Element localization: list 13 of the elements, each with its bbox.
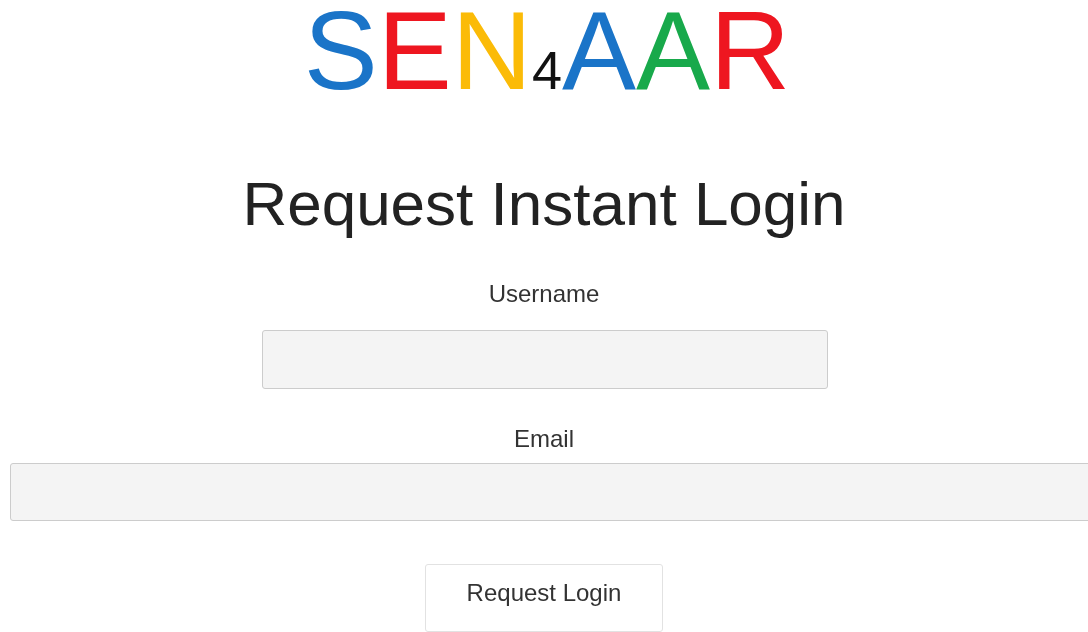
page-heading: Request Instant Login [242, 168, 846, 240]
field-label: Email [514, 424, 574, 453]
logo-letter: S [303, 0, 378, 110]
logo-letter: R [710, 0, 791, 110]
logo-letter: E [377, 0, 452, 110]
request-login-button[interactable]: Request Login [425, 564, 663, 632]
field-label: Username [488, 280, 600, 308]
logo-letter: A [562, 0, 637, 110]
input-field[interactable] [262, 330, 828, 389]
input-field[interactable] [10, 462, 1088, 521]
logo-letter: 4 [531, 40, 562, 102]
logo-letter: A [636, 0, 711, 110]
logo-letter: N [451, 0, 532, 110]
